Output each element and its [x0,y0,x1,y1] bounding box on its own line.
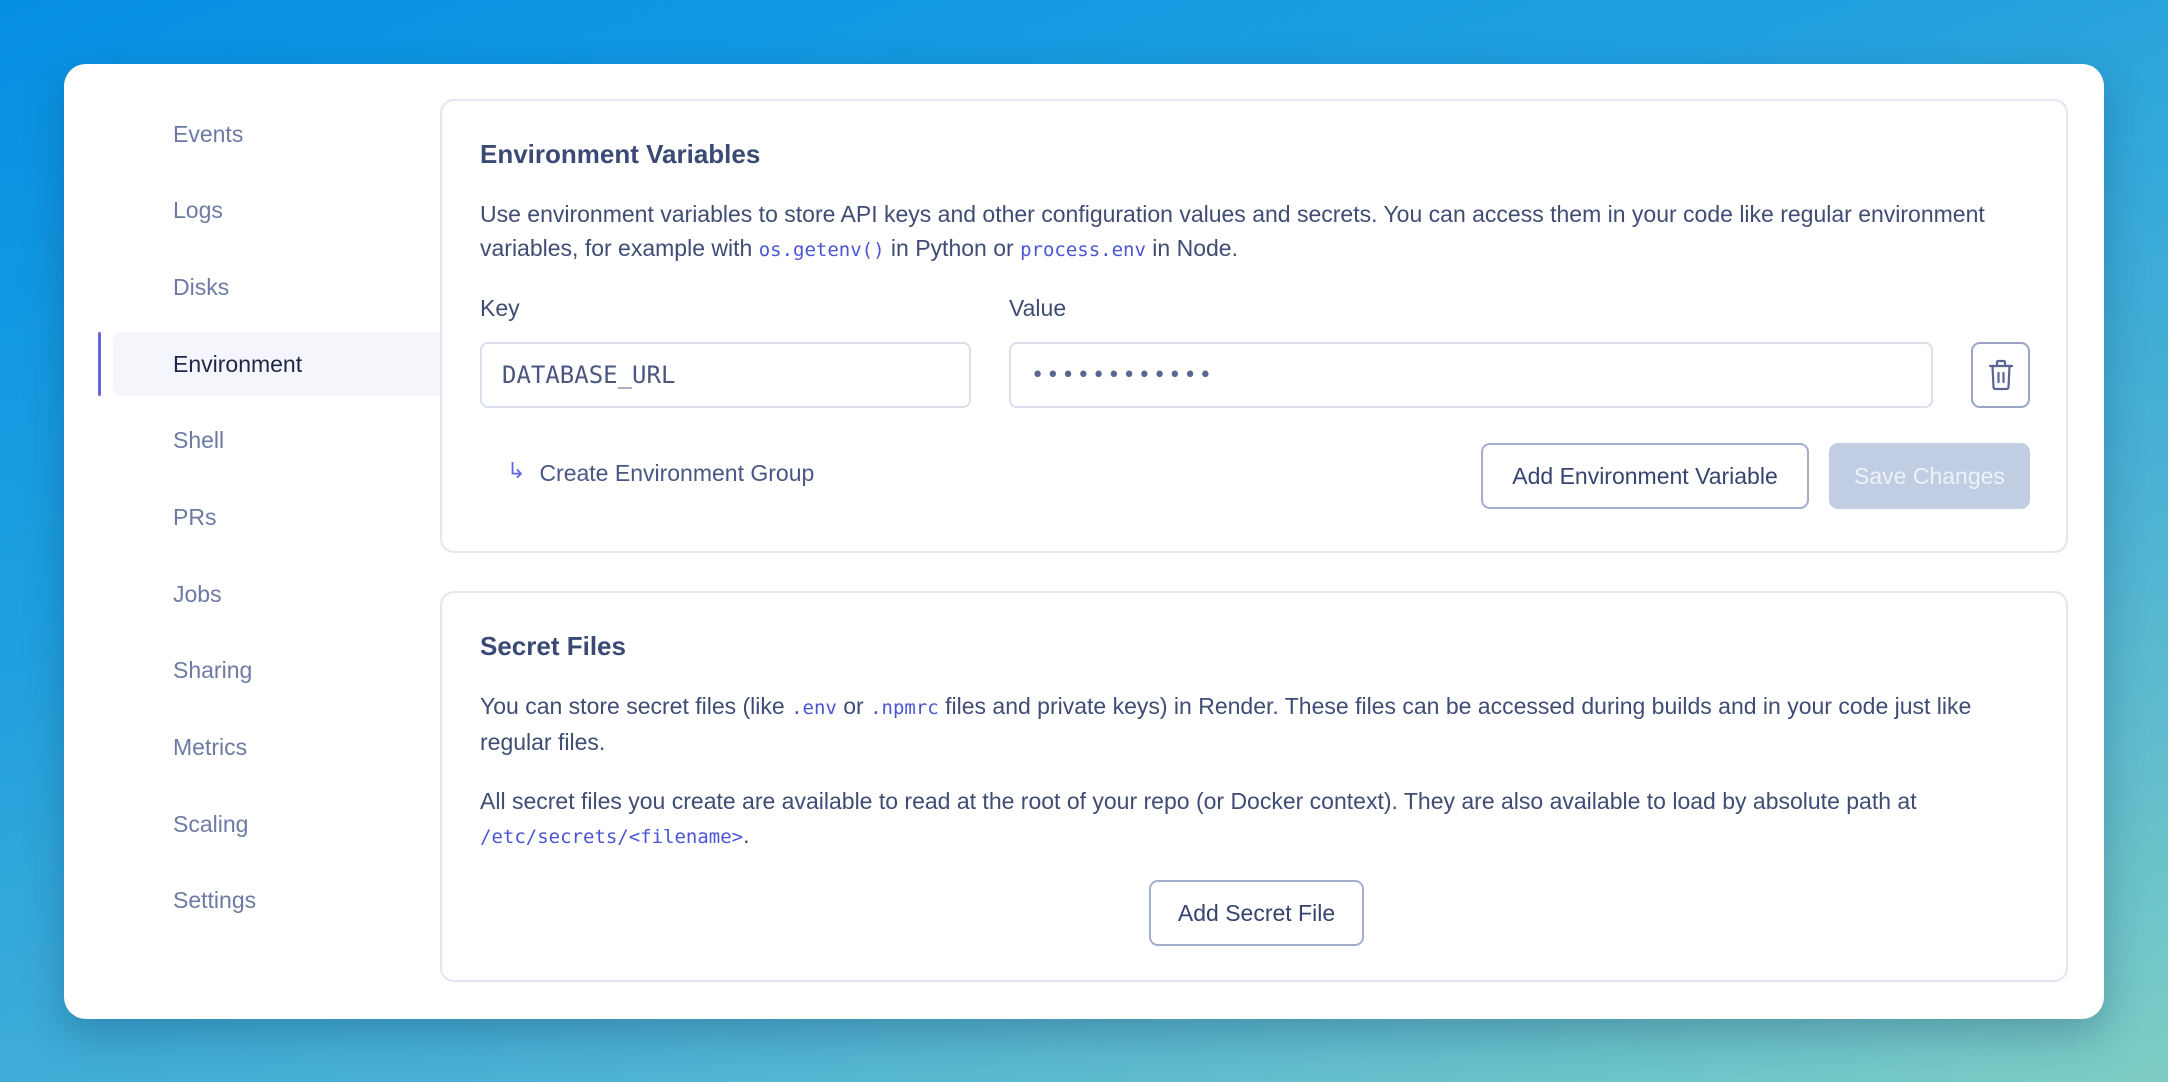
save-changes-button[interactable]: Save Changes [1829,443,2030,509]
sidebar-item-environment[interactable]: Environment [98,332,454,397]
app-window: Events Logs Disks Environment Shell PRs … [64,64,2104,1019]
description-text: All secret files you create are availabl… [480,788,1917,814]
trash-icon [1988,359,2013,391]
sidebar-item-label: Scaling [173,810,249,837]
section-title: Secret Files [480,631,626,661]
code-snippet: os.getenv() [758,239,885,261]
sidebar-item-sharing[interactable]: Sharing [98,639,454,703]
sidebar-item-settings[interactable]: Settings [98,869,454,933]
description-text: or [836,693,871,719]
sidebar-item-label: Disks [173,273,230,300]
sidebar-item-prs[interactable]: PRs [98,485,454,549]
sidebar-item-shell[interactable]: Shell [98,409,454,473]
section-title: Environment Variables [480,139,761,169]
sidebar-item-label: Environment [173,350,303,377]
arrow-return-right-icon: ↳ [507,457,526,483]
sidebar-item-logs[interactable]: Logs [98,179,454,243]
section-description: You can store secret files (like .env or… [480,689,2040,759]
sidebar-item-label: Events [173,120,244,147]
sidebar-item-metrics[interactable]: Metrics [98,716,454,780]
sidebar-item-label: Sharing [173,657,253,684]
sidebar-item-label: Metrics [173,734,248,760]
add-secret-file-button[interactable]: Add Secret File [1149,880,1364,946]
section-description: Use environment variables to store API k… [480,197,2040,267]
delete-variable-button[interactable] [1971,342,2030,408]
key-input[interactable]: DATABASE_URL [480,342,971,408]
value-input-masked: •••••••••••• [1031,362,1214,388]
sidebar-nav: Events Logs Disks Environment Shell PRs … [98,102,454,946]
section-description: All secret files you create are availabl… [480,784,2040,854]
create-group-label: Create Environment Group [539,460,815,486]
code-snippet: .env [791,697,837,719]
description-text: You can store secret files (like [480,693,792,719]
sidebar-item-label: Settings [173,887,257,914]
sidebar-item-label: Logs [173,197,223,224]
sidebar-item-label: Shell [173,427,225,454]
environment-variables-card: Environment Variables Use environment va… [440,99,2068,553]
code-snippet: process.env [1020,239,1146,261]
code-snippet: .npmrc [870,697,939,719]
sidebar-item-disks[interactable]: Disks [98,255,454,319]
value-label: Value [1009,295,1067,321]
sidebar-item-events[interactable]: Events [98,102,454,166]
active-indicator [98,332,101,397]
sidebar-item-jobs[interactable]: Jobs [98,562,454,626]
key-label: Key [480,295,520,321]
sidebar-item-scaling[interactable]: Scaling [98,792,454,856]
create-environment-group-link[interactable]: ↳ Create Environment Group [507,457,815,487]
sidebar-item-label: PRs [173,503,217,530]
sidebar-item-label: Jobs [173,580,222,607]
description-text: . [743,822,750,848]
description-text: in Python or [884,235,1021,261]
key-input-value: DATABASE_URL [502,361,676,389]
code-snippet: /etc/secrets/<filename> [480,826,744,848]
add-environment-variable-button[interactable]: Add Environment Variable [1481,443,1809,509]
secret-files-card: Secret Files You can store secret files … [440,591,2068,982]
description-text: in Node. [1145,235,1238,261]
value-input[interactable]: •••••••••••• [1009,342,1933,408]
